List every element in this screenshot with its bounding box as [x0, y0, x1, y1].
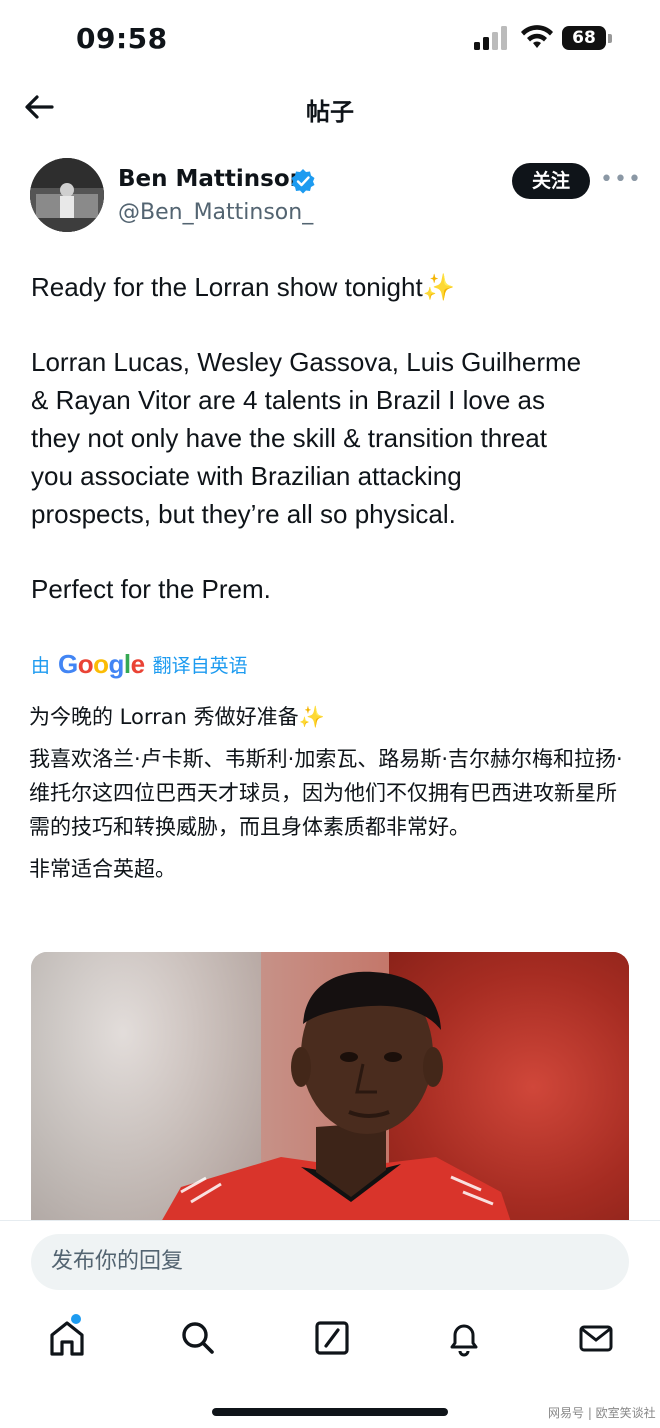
translated-paragraph: 非常适合英超。 — [29, 857, 176, 881]
verified-badge-icon — [291, 169, 315, 194]
home-icon[interactable] — [47, 1314, 87, 1358]
status-bar: 09:58 68 — [0, 0, 660, 78]
author-handle[interactable]: @Ben_Mattinson_ — [118, 200, 313, 225]
home-notification-dot — [71, 1314, 81, 1324]
translation-suffix: 翻译自英语 — [152, 654, 248, 677]
page-title: 帖子 — [306, 98, 354, 126]
nav-header: 帖子 — [0, 78, 660, 140]
tweet-paragraph: Ready for the Lorran show tonight✨ — [31, 272, 456, 302]
google-logo: Google — [58, 648, 145, 679]
tweet-paragraph: Perfect for the Prem. — [31, 574, 271, 604]
home-indicator — [212, 1408, 448, 1416]
translated-paragraph: 我喜欢洛兰·卢卡斯、韦斯利·加索瓦、路易斯·吉尔赫尔梅和拉扬·维托尔这四位巴西天… — [29, 747, 623, 839]
watermark: 网易号 | 欧室笑谈社 — [548, 1406, 656, 1420]
messages-icon[interactable] — [576, 1318, 616, 1358]
wifi-icon — [521, 25, 553, 48]
signal-icon — [474, 26, 507, 50]
notifications-icon[interactable] — [444, 1318, 484, 1358]
translated-paragraph: 为今晚的 Lorran 秀做好准备✨ — [29, 705, 325, 729]
more-options-icon[interactable]: ••• — [600, 169, 641, 191]
follow-button[interactable]: 关注 — [512, 163, 590, 199]
reply-bar: 发布你的回复 — [0, 1220, 660, 1300]
status-time: 09:58 — [76, 22, 168, 55]
tweet-author: Ben Mattinson @Ben_Mattinson_ 关注 ••• — [0, 156, 660, 236]
tweet-media-image[interactable] — [31, 952, 629, 1222]
compose-icon[interactable] — [312, 1318, 352, 1358]
reply-input[interactable]: 发布你的回复 — [31, 1234, 629, 1290]
tweet-text: Ready for the Lorran show tonight✨ Lorra… — [31, 268, 631, 645]
battery-level: 68 — [562, 26, 606, 50]
battery-icon: 68 — [562, 26, 612, 50]
tweet-paragraph: Lorran Lucas, Wesley Gassova, Luis Guilh… — [31, 347, 582, 529]
avatar[interactable] — [30, 158, 104, 232]
translated-text: 为今晚的 Lorran 秀做好准备✨ 我喜欢洛兰·卢卡斯、韦斯利·加索瓦、路易斯… — [29, 700, 633, 894]
author-name[interactable]: Ben Mattinson — [118, 166, 306, 192]
translation-prefix: 由 — [31, 654, 51, 677]
translation-attribution[interactable]: 由 Google 翻译自英语 — [31, 646, 248, 682]
player-photo — [161, 971, 511, 1222]
bottom-nav: 网易号 | 欧室笑谈社 — [0, 1300, 660, 1428]
search-icon[interactable] — [178, 1318, 218, 1358]
